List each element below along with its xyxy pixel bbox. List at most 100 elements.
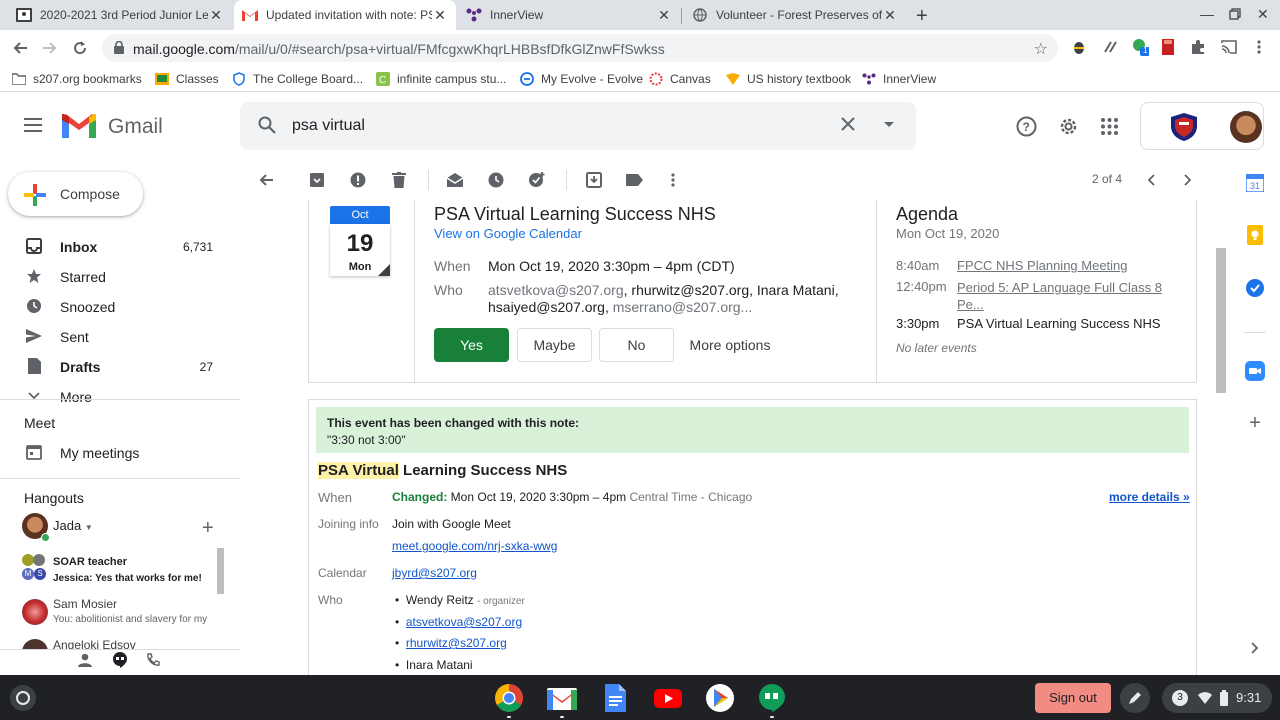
chrome-app-icon[interactable] — [494, 683, 524, 713]
help-icon[interactable]: ? — [1016, 116, 1037, 137]
contacts-person-icon[interactable] — [78, 653, 92, 667]
zoom-app-icon[interactable] — [1245, 361, 1265, 381]
older-chevron-icon[interactable] — [1178, 170, 1198, 190]
apps-grid-icon[interactable] — [1101, 118, 1118, 135]
extension-slash-icon[interactable] — [1101, 38, 1119, 56]
newer-chevron-icon[interactable] — [1141, 170, 1161, 190]
sidebar-item-my-meetings[interactable]: My meetings — [0, 437, 240, 467]
chat-item-partial[interactable]: Angeloki Edsov — [0, 635, 224, 649]
get-addons-plus-icon[interactable]: + — [1245, 412, 1265, 434]
tasks-app-icon[interactable] — [1245, 278, 1265, 298]
label-icon[interactable] — [625, 170, 645, 190]
rsvp-no-button[interactable]: No — [599, 328, 674, 362]
view-on-calendar-link[interactable]: View on Google Calendar — [434, 226, 582, 241]
extension-badge-icon[interactable]: 1 — [1131, 38, 1149, 56]
bookmark-s207[interactable]: s207.org bookmarks — [12, 71, 142, 87]
sidebar-item-drafts[interactable]: Drafts 27 — [0, 351, 240, 381]
extensions-puzzle-icon[interactable] — [1189, 38, 1207, 56]
new-tab-button[interactable]: + — [916, 5, 928, 28]
cast-icon[interactable] — [1220, 38, 1238, 56]
rsvp-yes-button[interactable]: Yes — [434, 328, 509, 362]
chat-list-scrollbar[interactable] — [217, 548, 224, 594]
gmail-app-icon[interactable] — [547, 683, 577, 713]
address-bar[interactable]: mail.google.com/mail/u/0/#search/psa+vir… — [102, 34, 1058, 62]
minimize-icon[interactable]: — — [1200, 6, 1214, 22]
phone-icon[interactable] — [146, 653, 160, 667]
system-tray[interactable]: 3 9:31 — [1162, 683, 1272, 713]
content-scrollbar-thumb[interactable] — [1216, 248, 1226, 393]
calendar-app-icon[interactable]: 31 — [1245, 173, 1265, 193]
snooze-icon[interactable] — [486, 170, 506, 190]
hangouts-user-name[interactable]: Jada ▼ — [53, 518, 93, 533]
sidebar-item-sent[interactable]: Sent — [0, 321, 240, 351]
rsvp-more-options-button[interactable]: More options — [680, 328, 780, 362]
close-tab-icon[interactable]: ✕ — [432, 7, 448, 24]
search-input[interactable]: psa virtual — [292, 117, 365, 135]
search-bar[interactable]: psa virtual — [240, 102, 916, 150]
chrome-menu-icon[interactable] — [1250, 38, 1268, 56]
hangouts-app-icon[interactable] — [757, 683, 787, 713]
youtube-app-icon[interactable] — [653, 683, 683, 713]
chat-item-soar-teacher[interactable]: M S SOAR teacher Jessica: Yes that works… — [0, 548, 224, 596]
agenda-event-link[interactable]: FPCC NHS Planning Meeting — [957, 258, 1128, 273]
sidebar-item-inbox[interactable]: Inbox 6,731 — [0, 231, 240, 261]
extension-bee-icon[interactable] — [1070, 38, 1088, 56]
bookmark-canvas[interactable]: Canvas — [649, 71, 711, 87]
tab-innerview[interactable]: InnerView ✕ — [458, 0, 680, 30]
settings-gear-icon[interactable] — [1058, 116, 1079, 137]
mark-unread-icon[interactable] — [445, 170, 465, 190]
play-store-app-icon[interactable] — [705, 683, 735, 713]
stylus-tools-button[interactable] — [1120, 683, 1150, 713]
meet-link[interactable]: meet.google.com/nrj-sxka-wwg — [392, 539, 557, 553]
sidebar-item-more[interactable]: More — [0, 381, 240, 411]
bookmark-textbook[interactable]: US history textbook — [726, 71, 851, 87]
rsvp-maybe-button[interactable]: Maybe — [517, 328, 592, 362]
agenda-event-link[interactable]: Period 5: AP Language Full Class 8 Pe... — [957, 279, 1167, 313]
close-tab-icon[interactable]: ✕ — [656, 7, 672, 24]
agenda-event-current[interactable]: PSA Virtual Learning Success NHS — [957, 316, 1161, 331]
expand-panel-chevron-icon[interactable] — [1245, 638, 1265, 658]
add-to-tasks-icon[interactable] — [527, 170, 547, 190]
account-switcher[interactable] — [1140, 102, 1264, 150]
bookmark-innerview[interactable]: InnerView — [862, 71, 936, 87]
more-details-link[interactable]: more details » — [1109, 490, 1190, 504]
back-icon[interactable] — [8, 36, 32, 60]
reload-icon[interactable] — [68, 36, 92, 60]
gmail-logo-icon[interactable] — [62, 114, 96, 138]
main-menu-icon[interactable] — [24, 118, 42, 132]
calendar-email-link[interactable]: jbyrd@s207.org — [392, 566, 477, 580]
bookmark-classes[interactable]: Classes — [155, 71, 219, 87]
search-icon[interactable] — [258, 116, 276, 134]
search-options-icon[interactable] — [884, 122, 894, 128]
chat-item-sam-mosier[interactable]: Sam Mosier You: abolitionist and slavery… — [0, 596, 224, 636]
new-conversation-plus-icon[interactable]: + — [202, 517, 214, 540]
back-to-search-icon[interactable] — [256, 170, 276, 190]
bookmark-infinite-campus[interactable]: C infinite campus stu... — [376, 71, 506, 87]
archive-icon[interactable] — [307, 170, 327, 190]
bookmark-college-board[interactable]: The College Board... — [232, 71, 363, 87]
clear-search-icon[interactable] — [840, 116, 856, 132]
tab-volunteer[interactable]: Volunteer - Forest Preserves of C ✕ — [684, 0, 906, 30]
restore-window-icon[interactable] — [1229, 8, 1241, 20]
move-to-icon[interactable] — [584, 170, 604, 190]
bookmark-evolve[interactable]: My Evolve - Evolve — [520, 71, 643, 87]
close-tab-icon[interactable]: ✕ — [882, 7, 898, 24]
forward-icon[interactable] — [38, 36, 62, 60]
tab-classroom[interactable]: 2020-2021 3rd Period Junior Le ✕ — [8, 0, 232, 30]
sign-out-button[interactable]: Sign out — [1035, 683, 1111, 713]
compose-button[interactable]: Compose — [8, 172, 143, 216]
close-window-icon[interactable]: ✕ — [1257, 6, 1269, 23]
keep-app-icon[interactable] — [1245, 225, 1265, 245]
delete-icon[interactable] — [389, 170, 409, 190]
hangouts-chat-icon[interactable] — [112, 652, 128, 668]
extension-book-icon[interactable] — [1160, 38, 1178, 56]
avatar[interactable] — [1230, 111, 1262, 143]
docs-app-icon[interactable] — [600, 683, 630, 713]
more-actions-icon[interactable] — [663, 170, 683, 190]
close-tab-icon[interactable]: ✕ — [208, 7, 224, 24]
bookmark-star-icon[interactable]: ☆ — [1034, 39, 1048, 59]
tab-gmail[interactable]: Updated invitation with note: PS ✕ — [234, 0, 456, 30]
launcher-button[interactable] — [10, 685, 36, 711]
sidebar-item-starred[interactable]: Starred — [0, 261, 240, 291]
report-spam-icon[interactable] — [348, 170, 368, 190]
